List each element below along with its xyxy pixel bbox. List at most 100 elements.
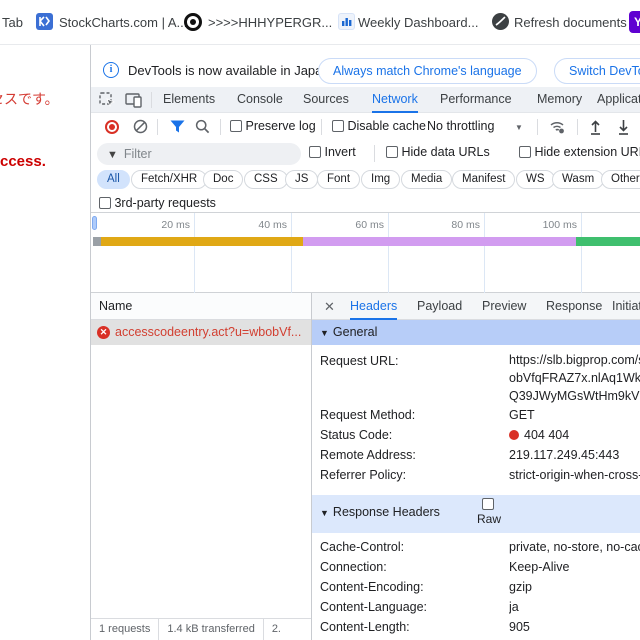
divider — [220, 119, 221, 135]
search-icon[interactable] — [195, 119, 210, 134]
tab-initiator[interactable]: Initiator — [612, 293, 640, 320]
header-row: Referrer Policy: strict-origin-when-cros… — [312, 465, 640, 485]
tab-preview[interactable]: Preview — [482, 293, 526, 320]
gridline — [484, 252, 485, 293]
header-value: 404 404 — [509, 425, 640, 445]
header-row: Content-Encoding: gzip — [312, 577, 640, 597]
page-error-text-en: ccess. — [0, 153, 46, 170]
header-key: Request Method: — [312, 405, 509, 425]
filter-input[interactable]: ▼ Filter — [97, 143, 301, 165]
raw-checkbox[interactable] — [482, 498, 494, 510]
hide-data-urls-checkbox[interactable]: Hide data URLs — [386, 145, 490, 159]
preserve-log-checkbox[interactable]: Preserve log — [230, 119, 316, 133]
chip-manifest[interactable]: Manifest — [452, 170, 515, 189]
tab-payload[interactable]: Payload — [417, 293, 462, 320]
request-list-empty — [91, 345, 311, 618]
collapse-triangle-icon: ▼ — [320, 508, 329, 518]
chip-img[interactable]: Img — [361, 170, 400, 189]
timeline-tick: 40 ms — [233, 219, 287, 231]
header-row: Status Code: 404 404 — [312, 425, 640, 445]
timeline-handle[interactable] — [92, 216, 97, 230]
clear-icon[interactable] — [133, 119, 148, 134]
import-har-icon[interactable] — [588, 118, 603, 135]
tab-elements[interactable]: Elements — [163, 87, 215, 113]
header-key: Content-Language: — [312, 597, 509, 617]
invert-checkbox[interactable]: Invert — [309, 145, 356, 159]
switch-devtools-button[interactable]: Switch DevTools to Japanese — [554, 58, 640, 84]
chip-ws[interactable]: WS — [516, 170, 555, 189]
bookmark-item[interactable]: Weekly Dashboard... — [358, 15, 478, 30]
chip-media[interactable]: Media — [401, 170, 452, 189]
network-status-bar: 1 requests 1.4 kB transferred 2. — [91, 618, 311, 640]
header-value: 905 — [509, 617, 640, 637]
bookmark-item[interactable]: Tab — [2, 15, 23, 30]
tab-sources[interactable]: Sources — [303, 87, 349, 113]
url-line: obVfqFRAZ7x.nlAq1Wkw — [509, 369, 640, 387]
network-conditions-icon[interactable] — [549, 120, 567, 134]
headers-drawer: ✕ Headers Payload Preview Response Initi… — [311, 293, 640, 640]
filter-icon[interactable] — [170, 120, 185, 133]
tab-headers[interactable]: Headers — [350, 293, 397, 320]
chip-font[interactable]: Font — [317, 170, 360, 189]
header-value: ja — [509, 597, 640, 617]
response-headers-section-header[interactable]: ▼Response Headers Raw — [312, 495, 640, 533]
network-overview-timeline[interactable]: 20 ms 40 ms 60 ms 80 ms 100 ms — [91, 212, 640, 252]
funnel-icon: ▼ — [107, 149, 118, 161]
chip-all[interactable]: All — [97, 170, 130, 189]
device-toolbar-icon[interactable] — [125, 92, 143, 108]
chip-wasm[interactable]: Wasm — [552, 170, 604, 189]
chip-css[interactable]: CSS — [244, 170, 288, 189]
divider — [374, 145, 375, 162]
chevron-down-icon[interactable]: ▼ — [515, 123, 523, 132]
resource-type-filters: All Fetch/XHR Doc CSS JS Font Img Media … — [91, 169, 640, 193]
divider — [151, 92, 152, 108]
gridline — [194, 213, 195, 253]
tab-response[interactable]: Response — [546, 293, 602, 320]
match-language-button[interactable]: Always match Chrome's language — [318, 58, 537, 84]
disable-cache-label: Disable cache — [347, 119, 426, 133]
network-main-area: Name ✕ accesscodeentry.act?u=wbobVf... 1… — [91, 293, 640, 640]
close-icon[interactable]: ✕ — [324, 299, 335, 315]
inspect-element-icon[interactable] — [99, 92, 116, 108]
chip-other[interactable]: Other — [601, 170, 640, 189]
checkbox[interactable] — [230, 120, 242, 132]
header-value: strict-origin-when-cross-origin — [509, 465, 640, 485]
chip-js[interactable]: JS — [285, 170, 318, 189]
header-key: Request URL: — [312, 351, 509, 405]
bookmark-item[interactable]: Refresh documents — [514, 15, 627, 30]
timeline-tick: 100 ms — [523, 219, 577, 231]
resources-size: 2. — [264, 619, 289, 640]
yahoo-favicon[interactable]: Y! — [629, 11, 640, 33]
third-party-checkbox[interactable]: 3rd-party requests — [99, 196, 216, 210]
bookmark-item[interactable]: >>>>HHHYPERGR... — [208, 15, 332, 30]
request-list: Name ✕ accesscodeentry.act?u=wbobVf... 1… — [91, 293, 311, 640]
devtools-tabbar: Elements Console Sources Network Perform… — [91, 87, 640, 113]
timeline-tick: 60 ms — [330, 219, 384, 231]
bookmark-item[interactable]: StockCharts.com | A... — [59, 15, 187, 30]
third-party-label: 3rd-party requests — [114, 196, 215, 210]
general-section-header[interactable]: ▼General — [312, 320, 640, 345]
checkbox[interactable] — [332, 120, 344, 132]
throttling-select[interactable]: No throttling — [427, 119, 494, 133]
url-line: Q39JWyMGsWtHm9kVkV — [509, 387, 640, 405]
tab-console[interactable]: Console — [237, 87, 283, 113]
header-row: Content-Length: 905 — [312, 617, 640, 637]
page-content: セスです。 ccess. — [0, 45, 90, 640]
tab-application[interactable]: Application — [597, 87, 640, 113]
tab-memory[interactable]: Memory — [537, 87, 582, 113]
tab-network[interactable]: Network — [372, 87, 418, 113]
export-har-icon[interactable] — [616, 118, 631, 135]
hide-extension-urls-checkbox[interactable]: Hide extension URLs — [519, 145, 640, 159]
request-row-selected[interactable]: ✕ accesscodeentry.act?u=wbobVf... — [91, 320, 311, 345]
timeline-filmstrip — [91, 252, 640, 293]
record-button[interactable] — [105, 120, 119, 134]
header-row: Remote Address: 219.117.249.45:443 — [312, 445, 640, 465]
name-column-header[interactable]: Name — [91, 293, 311, 320]
chip-fetch-xhr[interactable]: Fetch/XHR — [131, 170, 207, 189]
collapse-triangle-icon: ▼ — [320, 328, 329, 338]
tab-performance[interactable]: Performance — [440, 87, 512, 113]
chip-doc[interactable]: Doc — [203, 170, 243, 189]
filter-placeholder: Filter — [124, 147, 152, 161]
black-ring-favicon — [184, 13, 202, 31]
disable-cache-checkbox[interactable]: Disable cache — [332, 119, 426, 133]
